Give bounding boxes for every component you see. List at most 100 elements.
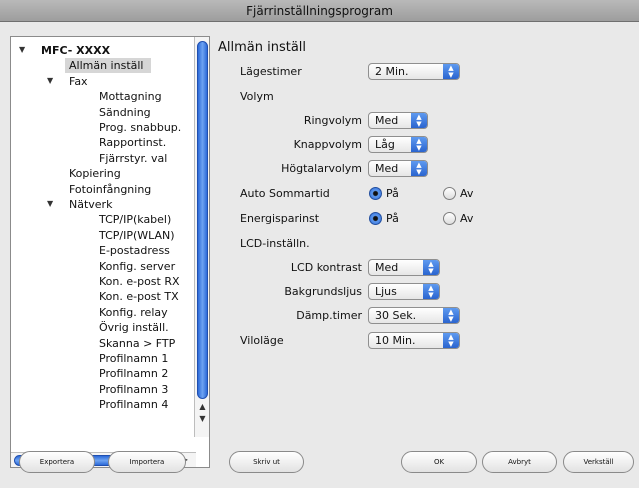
backlight-label: Bakgrundsljus [284, 285, 362, 298]
popup-arrows-icon: ▲ ▼ [423, 284, 439, 299]
tree-item[interactable]: E-postadress [99, 243, 170, 258]
auto-dst-label: Auto Sommartid [240, 187, 330, 200]
dim-timer-label: Dämp.timer [296, 309, 362, 322]
lcd-heading: LCD-inställn. [240, 237, 310, 250]
vertical-scroll-thumb[interactable] [197, 41, 208, 399]
ring-volume-popup[interactable]: Med ▲ ▼ [368, 112, 428, 129]
ok-button[interactable]: OK [401, 451, 477, 473]
energy-saving-label: Energisparinst [240, 212, 320, 225]
tree-item-label: Allmän inställ [69, 59, 144, 73]
tree-item-label: Mottagning [99, 90, 162, 104]
tree-item-label: Konfig. relay [99, 305, 168, 319]
dim-timer-popup[interactable]: 30 Sek. ▲ ▼ [368, 307, 460, 324]
tree-item[interactable]: Fjärrstyr. val [99, 151, 167, 166]
backlight-value: Ljus [375, 285, 397, 298]
tree-item-label: Kon. e-post RX [99, 275, 180, 288]
popup-arrows-icon: ▲ ▼ [443, 64, 459, 79]
energy-saving-off-radio[interactable] [443, 212, 456, 225]
tree-item[interactable]: TCP/IP(WLAN) [99, 228, 175, 243]
tree-item-label: Övrig inställ. [99, 321, 169, 335]
tree-item[interactable]: Rapportinst. [99, 135, 166, 150]
scroll-down-arrow-icon[interactable]: ▼ [195, 413, 210, 425]
tree-item-label: Fjärrstyr. val [99, 151, 168, 165]
disclosure-triangle-icon[interactable]: ▼ [47, 76, 53, 85]
mode-timer-value: 2 Min. [375, 65, 409, 78]
section-title: Allmän inställ [218, 40, 307, 55]
tree-item[interactable]: MFC- XXXX [41, 43, 110, 58]
tree-item[interactable]: Allmän inställ [65, 58, 151, 74]
energy-saving-off-label: Av [460, 212, 474, 225]
tree-item[interactable]: Profilnamn 3 [99, 382, 168, 397]
import-button[interactable]: Importera [108, 451, 186, 473]
scroll-up-arrow-icon[interactable]: ▲ [195, 401, 210, 413]
apply-button[interactable]: Verkställ [563, 451, 634, 473]
tree-item[interactable]: Övrig inställ. [99, 320, 169, 335]
tree-item[interactable]: Mottagning [99, 89, 162, 104]
popup-arrows-icon: ▲ ▼ [423, 260, 439, 275]
settings-tree: MFC- XXXX ▼ Allmän inställ Fax ▼ Mottagning Sä… [10, 36, 210, 468]
tree-item[interactable]: Fax [69, 74, 88, 89]
tree-item[interactable]: Konfig. relay [99, 305, 168, 320]
speaker-volume-label: Högtalarvolym [281, 162, 362, 175]
tree-item-label: Kon. e-post TX [99, 290, 179, 304]
tree-item-label: Fax [69, 74, 88, 88]
tree-item-label: Fotoinfångning [69, 182, 152, 196]
mode-timer-label: Lägestimer [240, 65, 302, 78]
dim-timer-value: 30 Sek. [375, 309, 417, 322]
export-button[interactable]: Exportera [19, 451, 95, 473]
mode-timer-popup[interactable]: 2 Min. ▲ ▼ [368, 63, 460, 80]
popup-arrows-icon: ▲ ▼ [443, 333, 459, 348]
tree-item-label: Nätverk [69, 198, 113, 211]
tree-item-label: MFC- XXXX [41, 44, 111, 57]
tree-item[interactable]: Sändning [99, 105, 151, 120]
beep-volume-popup[interactable]: Låg ▲ ▼ [368, 136, 428, 153]
tree-item[interactable]: Skanna > FTP [99, 336, 175, 351]
disclosure-triangle-icon[interactable]: ▼ [47, 199, 53, 208]
tree-item[interactable]: Profilnamn 2 [99, 366, 168, 381]
tree-item[interactable]: Fotoinfångning [69, 182, 151, 197]
energy-saving-on-label: På [386, 212, 399, 225]
tree-item[interactable]: Profilnamn 1 [99, 351, 168, 366]
tree-item-label: TCP/IP(WLAN) [99, 228, 175, 242]
sleep-mode-value: 10 Min. [375, 334, 416, 347]
popup-arrows-icon: ▲ ▼ [411, 161, 427, 176]
tree-item-label: Skanna > FTP [99, 336, 176, 350]
tree-item[interactable]: Kon. e-post TX [99, 289, 179, 304]
tree-item[interactable]: TCP/IP(kabel) [99, 212, 171, 227]
sleep-mode-label: Viloläge [240, 334, 284, 347]
speaker-volume-popup[interactable]: Med ▲ ▼ [368, 160, 428, 177]
tree-item-label: Profilnamn 2 [99, 367, 169, 381]
beep-volume-value: Låg [375, 138, 395, 151]
auto-dst-on-label: På [386, 187, 399, 200]
tree-item-label: Sändning [99, 105, 151, 119]
lcd-contrast-popup[interactable]: Med ▲ ▼ [368, 259, 440, 276]
lcd-contrast-value: Med [375, 261, 399, 274]
window-title: Fjärrinställningsprogram [0, 0, 639, 22]
lcd-contrast-label: LCD kontrast [290, 261, 362, 274]
tree-item-label: Profilnamn 3 [99, 382, 169, 396]
tree-item[interactable]: Profilnamn 4 [99, 397, 168, 412]
tree-item-label: Rapportinst. [99, 136, 167, 150]
tree-item-label: Profilnamn 4 [99, 398, 169, 412]
tree-item-label: E-postadress [99, 244, 170, 258]
auto-dst-on-radio[interactable] [369, 187, 382, 200]
tree-item[interactable]: Nätverk [69, 197, 112, 212]
print-button[interactable]: Skriv ut [229, 451, 304, 473]
cancel-button[interactable]: Avbryt [482, 451, 557, 473]
popup-arrows-icon: ▲ ▼ [411, 137, 427, 152]
backlight-popup[interactable]: Ljus ▲ ▼ [368, 283, 440, 300]
vertical-scrollbar[interactable]: ▲ ▼ [194, 37, 209, 437]
ring-volume-value: Med [375, 114, 399, 127]
tree-item[interactable]: Kon. e-post RX [99, 274, 180, 289]
energy-saving-on-radio[interactable] [369, 212, 382, 225]
tree-item-label: Konfig. server [99, 259, 176, 273]
popup-arrows-icon: ▲ ▼ [443, 308, 459, 323]
tree-item[interactable]: Prog. snabbup. [99, 120, 181, 135]
disclosure-triangle-icon[interactable]: ▼ [19, 45, 25, 54]
tree-item-label: Profilnamn 1 [99, 352, 169, 365]
tree-item[interactable]: Kopiering [69, 166, 121, 181]
sleep-mode-popup[interactable]: 10 Min. ▲ ▼ [368, 332, 460, 349]
tree-item[interactable]: Konfig. server [99, 259, 175, 274]
auto-dst-off-radio[interactable] [443, 187, 456, 200]
volume-heading: Volym [240, 90, 274, 103]
